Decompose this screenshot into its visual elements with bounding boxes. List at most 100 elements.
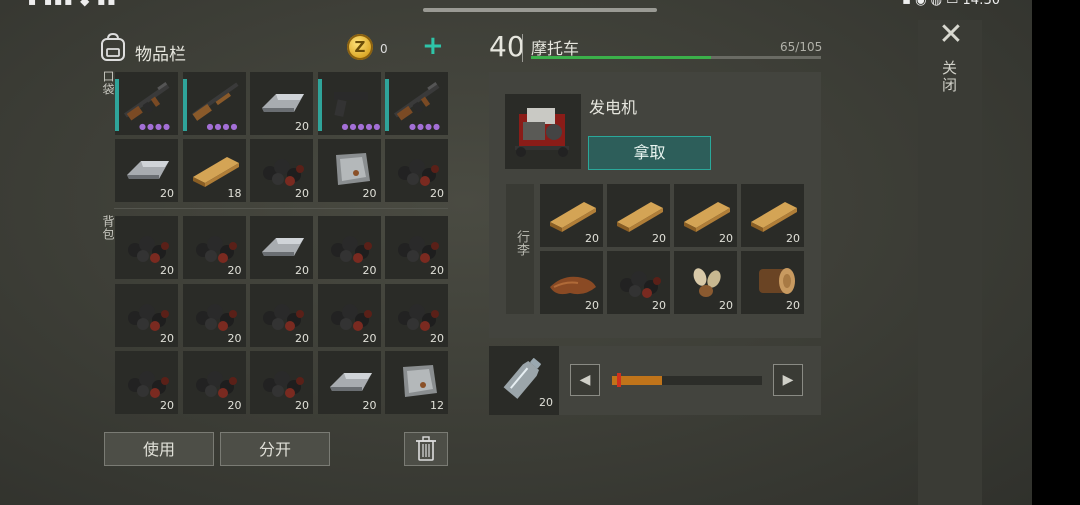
- take-button[interactable]: 拿取: [588, 136, 711, 170]
- coal-icon: [398, 303, 439, 331]
- backpack-slot[interactable]: 20: [115, 216, 178, 279]
- item-count: 20: [160, 399, 174, 412]
- iron-bar-icon: [127, 161, 169, 179]
- backpack-slot[interactable]: 20: [317, 283, 381, 347]
- item-count: 20: [652, 232, 666, 245]
- metal-plate-icon: [403, 365, 437, 397]
- backpack-slot[interactable]: 20: [115, 283, 178, 347]
- coal-icon: [263, 159, 304, 186]
- pocket-slot[interactable]: 20: [317, 139, 381, 202]
- item-count: 18: [227, 187, 242, 200]
- trash-button[interactable]: [404, 432, 448, 466]
- coal-icon: [195, 303, 237, 331]
- section-divider: [114, 208, 448, 209]
- item-count: 20: [786, 299, 800, 312]
- pocket-slot[interactable]: 20: [385, 139, 448, 202]
- pocket-slot[interactable]: ●●●●: [182, 72, 246, 135]
- increase-arrow[interactable]: ▶: [773, 364, 803, 396]
- item-count: 12: [430, 399, 444, 412]
- iron-bar-icon: [329, 373, 372, 391]
- item-count: 20: [430, 331, 444, 345]
- coal-icon: [195, 236, 237, 263]
- coin-count: 0: [380, 42, 388, 56]
- luggage-slot[interactable]: 20: [674, 184, 737, 247]
- pocket-slot[interactable]: 20: [250, 72, 313, 135]
- add-coins-button[interactable]: +: [422, 32, 444, 60]
- pocket-slot[interactable]: 20: [250, 139, 313, 202]
- status-left: ▪ ▪▪▪ ◆ ▪▪: [28, 0, 118, 8]
- backpack-slot[interactable]: 20: [182, 351, 246, 414]
- metal-plate-icon: [335, 153, 370, 185]
- gesture-bar[interactable]: [423, 8, 657, 12]
- inventory-header: 物品栏 Z 0 +: [100, 30, 450, 66]
- log-icon: [759, 268, 795, 294]
- pocket-slot[interactable]: ●●●●: [115, 72, 178, 135]
- backpack-slot[interactable]: 20: [250, 216, 313, 279]
- coal-icon: [620, 271, 661, 298]
- item-count: 20: [652, 299, 666, 312]
- inventory-title: 物品栏: [135, 45, 186, 65]
- quantity-slider[interactable]: [612, 376, 762, 385]
- iron-bar-icon: [262, 94, 304, 112]
- item-count: 20: [295, 120, 309, 133]
- seeds-icon: [693, 268, 721, 297]
- vehicle-capacity: 65/105: [780, 40, 823, 54]
- coin-icon: Z: [347, 34, 373, 60]
- generator-slot[interactable]: [505, 94, 581, 169]
- game-screen: ▪ ▪▪▪ ◆ ▪▪ ▪ ◉ ◍ ▭ 14:30 ✕ 关闭 物品栏 Z 0 + …: [0, 0, 1032, 505]
- item-count: 20: [362, 331, 377, 345]
- luggage-slot[interactable]: 20: [607, 251, 670, 314]
- backpack-slot[interactable]: 20: [385, 216, 448, 279]
- coal-icon: [128, 371, 169, 398]
- leather-icon: [550, 276, 596, 295]
- backpack-slot[interactable]: 20: [250, 283, 313, 347]
- decrease-arrow[interactable]: ◀: [570, 364, 600, 396]
- luggage-slot[interactable]: 20: [741, 184, 804, 247]
- durability-bar: [385, 79, 389, 131]
- use-button[interactable]: 使用: [104, 432, 214, 466]
- pocket-slot[interactable]: 18: [182, 139, 246, 202]
- wood-plank-icon: [617, 202, 663, 232]
- item-count: 20: [362, 264, 377, 277]
- status-right: ▪ ◉ ◍ ▭ 14:30: [902, 0, 1000, 8]
- backpack-slot[interactable]: 20: [182, 216, 246, 279]
- luggage-slot[interactable]: 20: [741, 251, 804, 314]
- water-bottle-icon: [503, 358, 541, 399]
- luggage-slot[interactable]: 20: [540, 251, 603, 314]
- item-count: 20: [227, 264, 242, 277]
- vehicle-separator: [522, 34, 523, 62]
- backpack-slot[interactable]: 20: [182, 283, 246, 347]
- backpack-slot[interactable]: 12: [385, 351, 448, 414]
- item-count: 20: [160, 187, 174, 200]
- item-count: 20: [362, 187, 377, 200]
- backpack-icon: [101, 33, 125, 61]
- backpack-slot[interactable]: 20: [385, 283, 448, 347]
- shotgun-icon: [191, 82, 239, 121]
- pocket-slot[interactable]: ●●●●: [385, 72, 448, 135]
- pocket-slot[interactable]: ●●●●●: [317, 72, 381, 135]
- coal-icon: [263, 303, 304, 331]
- backpack-slot[interactable]: 20: [317, 351, 381, 414]
- item-count: 20: [295, 399, 309, 412]
- backpack-slot[interactable]: 20: [115, 351, 178, 414]
- split-button[interactable]: 分开: [220, 432, 330, 466]
- coal-icon: [398, 159, 439, 186]
- item-count: 20: [227, 331, 242, 345]
- durability-bar: [182, 79, 187, 131]
- close-label[interactable]: 关闭: [940, 60, 960, 94]
- luggage-slot[interactable]: 20: [540, 184, 603, 247]
- backpack-slot[interactable]: 20: [250, 351, 313, 414]
- item-count: 20: [295, 264, 309, 277]
- durability-bar: [115, 79, 119, 131]
- luggage-slot[interactable]: 20: [607, 184, 670, 247]
- item-count: 20: [786, 232, 800, 245]
- pocket-slot[interactable]: 20: [115, 139, 178, 202]
- coal-icon: [330, 236, 372, 263]
- slider-handle[interactable]: [617, 373, 621, 387]
- luggage-slot[interactable]: 20: [674, 251, 737, 314]
- trash-icon: [416, 436, 436, 461]
- item-count: 20: [430, 264, 444, 277]
- durability-bar: [317, 79, 322, 131]
- backpack-slot[interactable]: 20: [317, 216, 381, 279]
- close-icon[interactable]: ✕: [936, 20, 966, 52]
